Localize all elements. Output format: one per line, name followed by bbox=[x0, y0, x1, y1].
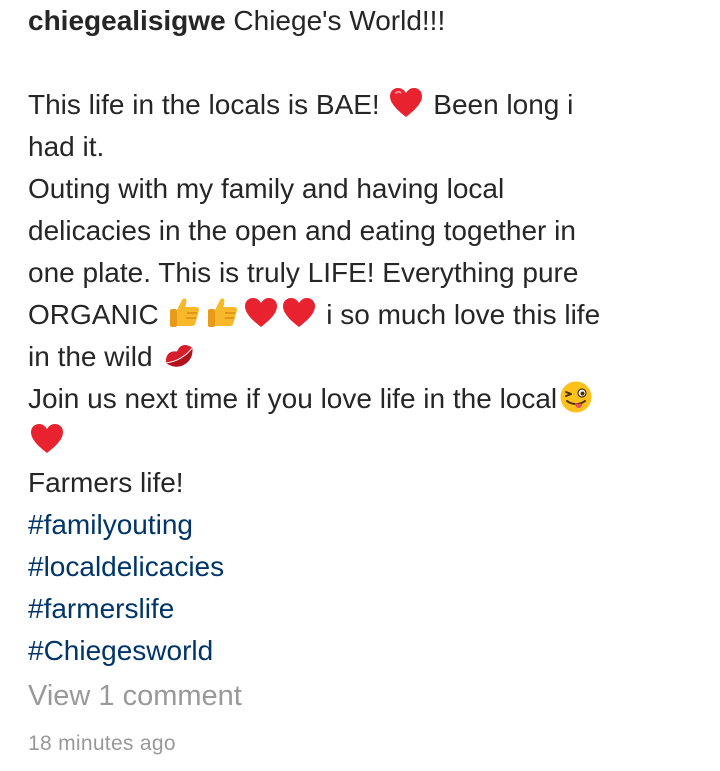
caption-line: had it. bbox=[28, 131, 105, 162]
thumbs-up-icon bbox=[205, 296, 241, 330]
caption-line: Join us next time if you love life in th… bbox=[28, 378, 698, 420]
caption-line: This life in the locals is BAE! Been lon… bbox=[28, 84, 698, 126]
post-timestamp: 18 minutes ago bbox=[28, 732, 176, 755]
username-link[interactable]: chiegealisigwe bbox=[28, 5, 226, 36]
caption-text: Join us next time if you love life in th… bbox=[28, 383, 558, 414]
caption-line: in the wild bbox=[28, 336, 698, 378]
post-caption: chiegealisigwe Chiege's World!!! This li… bbox=[28, 0, 698, 672]
caption-line: one plate. This is truly LIFE! Everythin… bbox=[28, 257, 579, 288]
caption-line bbox=[28, 420, 698, 462]
view-comments-link[interactable]: View 1 comment bbox=[28, 680, 242, 713]
caption-title: Chiege's World!!! bbox=[225, 5, 446, 36]
caption-text: Been long i bbox=[425, 89, 574, 120]
caption-line: ORGANIC i so much love this life bbox=[28, 294, 698, 336]
hashtag-link[interactable]: #familyouting bbox=[28, 504, 698, 546]
caption-line: Farmers life! bbox=[28, 467, 184, 498]
caption-text: ORGANIC bbox=[28, 299, 167, 330]
red-heart-icon bbox=[388, 86, 424, 120]
caption-line: delicacies in the open and eating togeth… bbox=[28, 215, 576, 246]
kiss-mark-icon bbox=[161, 338, 197, 372]
caption-header: chiegealisigwe Chiege's World!!! bbox=[28, 0, 698, 42]
red-heart-icon bbox=[29, 422, 65, 456]
caption-text: i so much love this life bbox=[318, 299, 601, 330]
thumbs-up-icon bbox=[167, 296, 203, 330]
caption-text: This life in the locals is BAE! bbox=[28, 89, 388, 120]
caption-line: Outing with my family and having local bbox=[28, 173, 505, 204]
hashtag-link[interactable]: #localdelicacies bbox=[28, 546, 698, 588]
winking-tongue-face-icon bbox=[558, 380, 594, 414]
caption-text: in the wild bbox=[28, 341, 161, 372]
hashtag-link[interactable]: #Chiegesworld bbox=[28, 630, 698, 672]
hashtag-link[interactable]: #farmerslife bbox=[28, 588, 698, 630]
red-heart-icon bbox=[281, 296, 317, 330]
red-heart-icon bbox=[243, 296, 279, 330]
